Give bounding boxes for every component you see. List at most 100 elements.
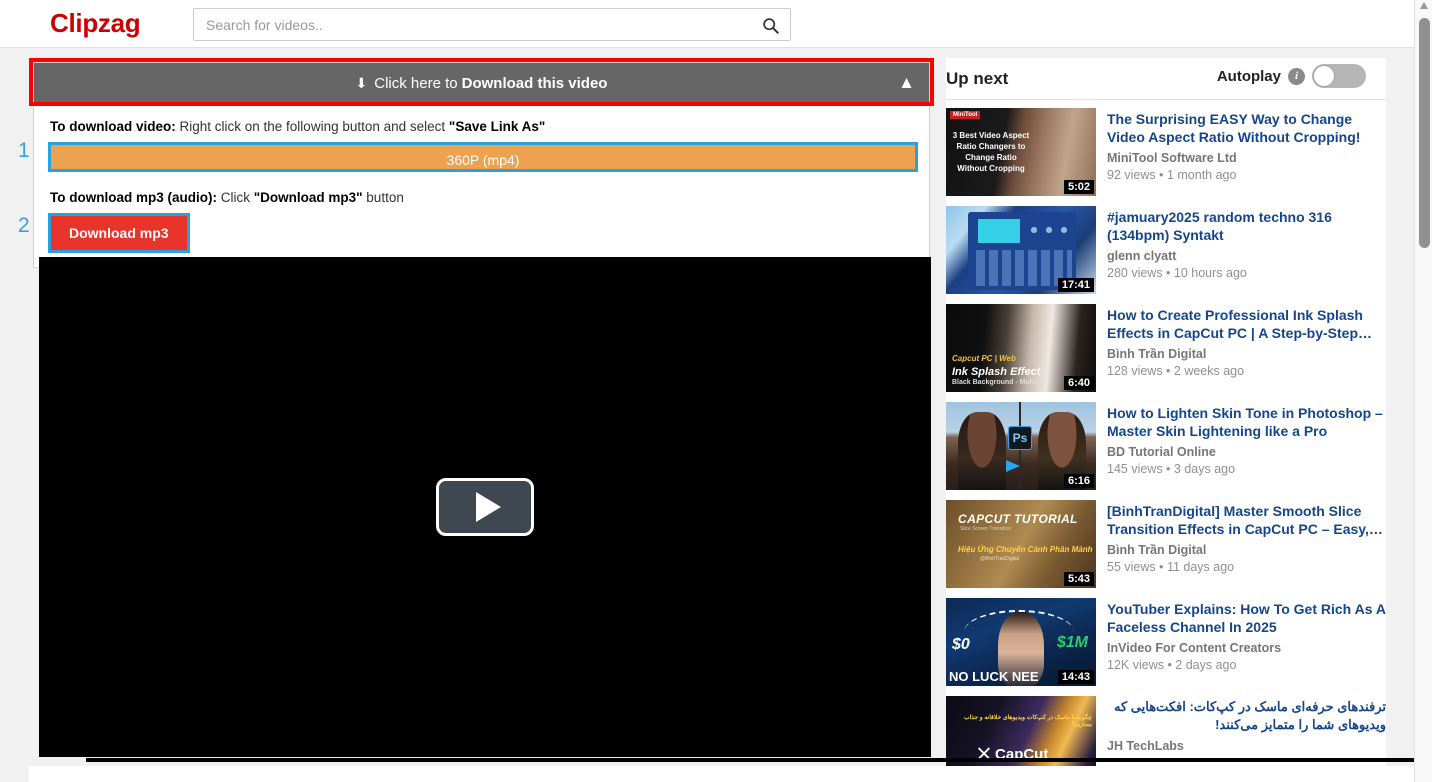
video-stats: 92 views • 1 month ago [1107,168,1237,182]
thumb-device-part [978,219,1020,243]
video-title[interactable]: The Surprising EASY Way to Change Video … [1107,110,1386,146]
thumb-overlay-vn: Hiệu Ứng Chuyển Cảnh Phân Mảnh [958,545,1093,554]
instruction-mp3-label: To download mp3 (audio): [50,190,217,205]
annotation-number-1: 1 [18,139,30,162]
thumb-overlay-yellow: Capcut PC | Web [952,354,1016,363]
video-list-item[interactable]: Capcut PC | Web Ink Splash Effect Black Ba… [946,300,1386,398]
thumb-device-part [1026,220,1072,242]
vertical-scrollbar-thumb[interactable] [1419,18,1430,248]
video-list-item[interactable]: $0 $1M NO LUCK NEE 14:43 YouTuber Explains: … [946,594,1386,692]
video-duration: 17:41 [1057,278,1094,292]
search-bar[interactable] [193,8,791,41]
clipzag-logo[interactable]: Clipzag [50,8,141,39]
instruction-mp3-text: Click [216,190,254,205]
video-channel[interactable]: MiniTool Software Ltd [1107,150,1386,167]
video-list-item[interactable]: 17:41 #jamuary2025 random techno 316 (134… [946,202,1386,300]
thumb-overlay-text: 3 Best Video Aspect Ratio Changers to Ch… [952,131,1030,173]
video-stats: 128 views • 2 weeks ago [1107,364,1245,378]
thumb-overlay-sub: Slice Screen Transition [960,526,1012,532]
video-thumbnail[interactable]: $0 $1M NO LUCK NEE 14:43 [946,598,1096,686]
up-next-title: Up next [946,68,1009,88]
thumb-overlay-small: Black Background - Multiply [952,379,1047,386]
annotation-number-2: 2 [18,214,30,237]
instruction-video-quoted: "Save Link As" [448,119,546,134]
instruction-mp3: To download mp3 (audio): Click "Download… [50,190,917,205]
video-channel[interactable]: glenn clyatt [1107,248,1386,265]
video-channel[interactable]: JH TechLabs [1107,738,1386,755]
video-stats: 280 views • 10 hours ago [1107,266,1247,280]
thumb-bottom-text: NO LUCK NEE [949,669,1039,684]
video-duration: 6:16 [1063,474,1094,488]
video-list: MiniTool 3 Best Video Aspect Ratio Change… [946,100,1386,782]
download-header-prefix: Click here to [374,74,458,92]
video-meta: How to Lighten Skin Tone in Photoshop – … [1096,402,1386,490]
instruction-video: To download video: Right click on the fo… [50,119,917,134]
video-title[interactable]: [BinhTranDigital] Master Smooth Slice Tr… [1107,502,1386,538]
download-icon: ⬇ [355,74,368,91]
video-channel[interactable]: Bình Trần Digital [1107,346,1386,363]
video-list-item[interactable]: Ps 6:16 How to Lighten Skin Tone in Photos… [946,398,1386,496]
video-thumbnail[interactable]: 17:41 [946,206,1096,294]
video-meta: [BinhTranDigital] Master Smooth Slice Tr… [1096,500,1386,588]
video-player[interactable] [39,257,931,757]
info-icon[interactable]: i [1288,67,1305,85]
video-list-item[interactable]: MiniTool 3 Best Video Aspect Ratio Change… [946,104,1386,202]
search-icon [762,17,779,34]
download-toggle-header[interactable]: ⬇ Click here to Download this video ▲ [34,63,929,103]
video-meta: How to Create Professional Ink Splash Ef… [1096,304,1386,392]
autoplay-label: Autoplay [1216,67,1281,85]
video-list-item[interactable]: CAPCUT TUTORIAL Slice Screen Transition Hi… [946,496,1386,594]
play-button[interactable] [436,478,534,536]
video-channel[interactable]: InVideo For Content Creators [1107,640,1386,657]
video-thumbnail[interactable]: Capcut PC | Web Ink Splash Effect Black Ba… [946,304,1096,392]
video-title[interactable]: ترفندهای حرفه‌ای ماسک در کپ‌کات: افکت‌ها… [1107,698,1386,734]
browser-viewport: Clipzag ⬇ Click here to Download this vi… [0,0,1432,782]
thumb-money-right: $1M [1056,634,1088,651]
thumb-overlay-white: Ink Splash Effect [952,366,1041,378]
photoshop-badge-icon: Ps [1008,426,1032,450]
search-input[interactable] [194,9,744,40]
video-title[interactable]: How to Lighten Skin Tone in Photoshop – … [1107,404,1386,440]
video-thumbnail[interactable]: Ps 6:16 [946,402,1096,490]
video-channel[interactable]: Bình Trần Digital [1107,542,1386,559]
site-header: Clipzag [0,0,1414,48]
video-stats: 12K views • 2 days ago [1107,658,1237,672]
video-thumbnail[interactable]: MiniTool 3 Best Video Aspect Ratio Change… [946,108,1096,196]
autoplay-toggle[interactable] [1312,64,1366,88]
play-icon [475,492,501,522]
video-duration: 14:43 [1057,670,1094,684]
video-title[interactable]: How to Create Professional Ink Splash Ef… [1107,306,1386,342]
download-body: To download video: Right click on the fo… [34,103,929,267]
video-title[interactable]: #jamuary2025 random techno 316 (134bpm) … [1107,208,1386,244]
scroll-up-arrow-icon[interactable] [1419,1,1429,11]
download-mp3-button[interactable]: Download mp3 [48,213,190,253]
video-meta: YouTuber Explains: How To Get Rich As A … [1096,598,1386,686]
download-panel: ⬇ Click here to Download this video ▲ To… [33,62,930,268]
video-meta: The Surprising EASY Way to Change Video … [1096,108,1386,196]
video-meta: #jamuary2025 random techno 316 (134bpm) … [1096,206,1386,294]
thumb-money-left: $0 [952,636,970,653]
instruction-mp3-suffix: button [362,190,404,205]
video-stats: 145 views • 3 days ago [1107,462,1236,476]
instruction-mp3-quoted: "Download mp3" [253,190,363,205]
autoplay-control: Autoplay i [1217,64,1366,88]
video-channel[interactable]: BD Tutorial Online [1107,444,1386,461]
video-thumbnail[interactable]: CAPCUT TUTORIAL Slice Screen Transition Hi… [946,500,1096,588]
video-stats: 55 views • 11 days ago [1107,560,1235,574]
chevron-up-icon[interactable]: ▲ [898,73,915,93]
thumb-arrow-icon [1006,460,1020,472]
video-title[interactable]: YouTuber Explains: How To Get Rich As A … [1107,600,1386,636]
autoplay-toggle-knob [1314,66,1334,86]
video-duration: 6:40 [1063,376,1094,390]
instruction-video-label: To download video: [50,119,176,134]
up-next-header: Up next Autoplay i [946,58,1386,100]
thumb-figure-left [958,412,1006,490]
page-bottom-area [29,766,1414,782]
thumb-overlay-persian: چگونه با ماسک در کپ‌کات ویدیوهای خلاقانه… [963,715,1092,728]
vertical-scrollbar[interactable] [1414,0,1432,782]
download-header-strong: Download this video [461,74,608,92]
search-button[interactable] [758,13,782,37]
download-360p-button[interactable]: 360P (mp4) [48,142,918,172]
thumb-overlay-handle: @BinhTranDigital [980,556,1020,562]
video-duration: 5:02 [1063,180,1094,194]
